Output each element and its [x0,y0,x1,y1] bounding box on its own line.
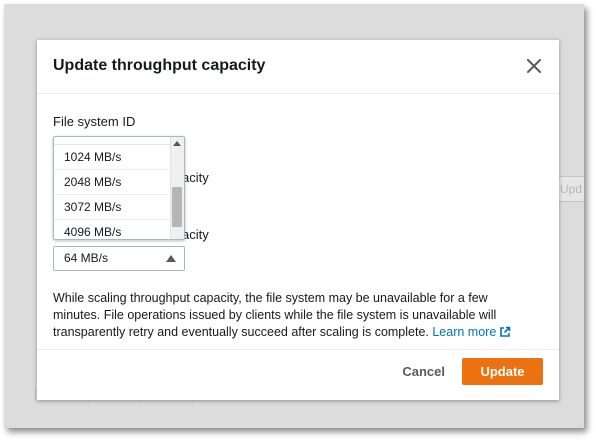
scroll-thumb[interactable] [172,187,182,227]
background-tab [8,388,37,402]
scroll-up-arrow-icon[interactable] [173,141,181,146]
desired-capacity-label: acity [182,227,209,242]
dropdown-scrollbar[interactable] [170,137,184,239]
throughput-dropdown-list[interactable]: 1024 MB/s 2048 MB/s 3072 MB/s 4096 MB/s [53,136,185,240]
external-link-icon [500,326,511,337]
screenshot-frame: Upd Update throughput capacity File syst… [4,4,584,428]
caret-up-icon [166,255,176,262]
throughput-capacity-select[interactable]: 64 MB/s [53,246,185,271]
close-button[interactable] [523,55,545,77]
update-throughput-modal: Update throughput capacity File system I… [37,40,559,400]
close-icon [527,59,541,73]
dropdown-option[interactable]: 3072 MB/s [54,195,170,220]
list-top-edge [54,137,184,145]
update-button[interactable]: Update [462,358,543,385]
modal-footer: Cancel Update [37,350,559,400]
note-text: While scaling throughput capacity, the f… [53,291,497,339]
dropdown-option[interactable]: 1024 MB/s [54,145,170,170]
scaling-note: While scaling throughput capacity, the f… [53,290,523,341]
learn-more-link[interactable]: Learn more [432,325,511,339]
modal-title: Update throughput capacity [53,57,266,74]
selected-value: 64 MB/s [64,251,109,265]
dropdown-option[interactable]: 4096 MB/s [54,220,170,239]
dropdown-option[interactable]: 2048 MB/s [54,170,170,195]
file-system-id-label: File system ID [53,114,136,129]
cancel-button[interactable]: Cancel [402,364,445,379]
current-capacity-label: acity [182,170,209,185]
modal-header: Update throughput capacity [37,40,559,94]
modal-body: File system ID acity acity 1024 MB/s 204… [37,94,559,350]
